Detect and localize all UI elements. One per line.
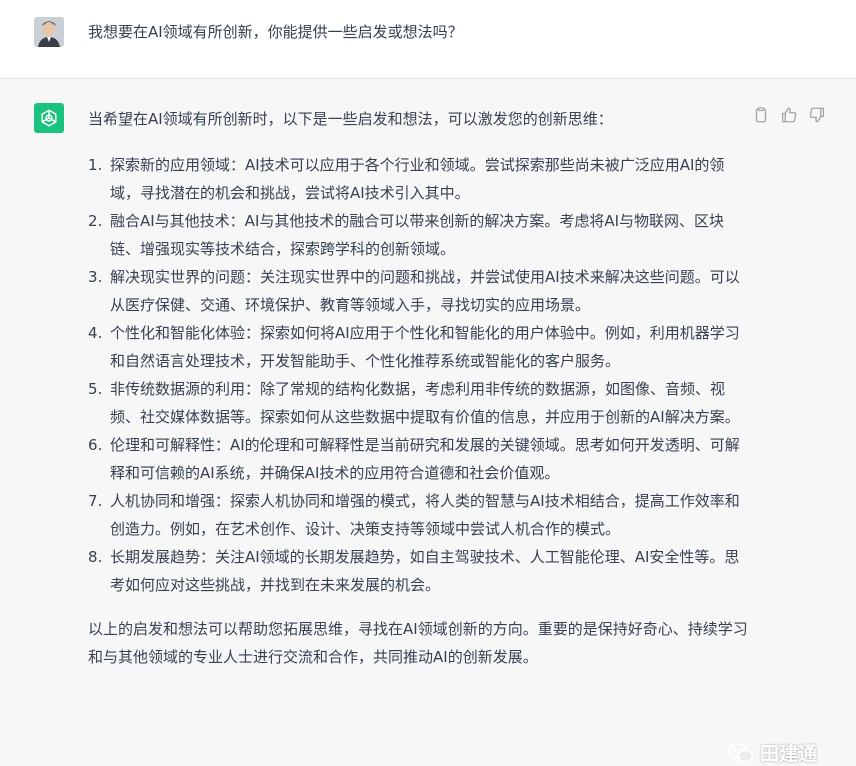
user-photo-icon bbox=[34, 17, 64, 47]
list-item: 8. 长期发展趋势：关注AI领域的长期发展趋势，如自主驾驶技术、人工智能伦理、AI… bbox=[88, 543, 748, 599]
watermark-text: 田建通 bbox=[760, 743, 818, 765]
list-item: 7. 人机协同和增强：探索人机协同和增强的模式，将人类的智慧与AI技术相结合，提高… bbox=[88, 487, 748, 543]
list-item-number: 6. bbox=[88, 436, 103, 454]
list-item-text: 非传统数据源的利用：除了常规的结构化数据，考虑利用非传统的数据源，如图像、音频、… bbox=[110, 380, 740, 426]
list-item: 6. 伦理和可解释性：AI的伦理和可解释性是当前研究和发展的关键领域。思考如何开发… bbox=[88, 431, 748, 487]
list-item: 5. 非传统数据源的利用：除了常规的结构化数据，考虑利用非传统的数据源，如图像、音… bbox=[88, 375, 748, 431]
list-item: 4. 个性化和智能化体验：探索如何将AI应用于个性化和智能化的用户体验中。例如，利… bbox=[88, 319, 748, 375]
user-avatar bbox=[34, 17, 64, 47]
list-item-number: 3. bbox=[88, 268, 103, 286]
user-message-text: 我想要在AI领域有所创新，你能提供一些启发或想法吗？ bbox=[88, 23, 463, 41]
list-item: 3. 解决现实世界的问题：关注现实世界中的问题和挑战，并尝试使用AI技术来解决这些… bbox=[88, 263, 748, 319]
list-item-text: 长期发展趋势：关注AI领域的长期发展趋势，如自主驾驶技术、人工智能伦理、AI安全… bbox=[110, 548, 740, 594]
list-item-number: 7. bbox=[88, 492, 103, 510]
openai-logo-icon bbox=[41, 109, 57, 127]
list-item-text: 个性化和智能化体验：探索如何将AI应用于个性化和智能化的用户体验中。例如，利用机… bbox=[110, 324, 740, 370]
list-item-text: 探索新的应用领域：AI技术可以应用于各个行业和领域。尝试探索那些尚未被广泛应用A… bbox=[110, 156, 725, 202]
assistant-message-row: 当希望在AI领域有所创新时，以下是一些启发和想法，可以激发您的创新思维： 1. 探… bbox=[0, 79, 856, 765]
list-item-number: 5. bbox=[88, 380, 103, 398]
message-actions bbox=[752, 106, 826, 124]
list-item-text: 融合AI与其他技术：AI与其他技术的融合可以带来创新的解决方案。考虑将AI与物联… bbox=[110, 212, 725, 258]
list-item-number: 1. bbox=[88, 156, 103, 174]
assistant-message-content: 当希望在AI领域有所创新时，以下是一些启发和想法，可以激发您的创新思维： 1. 探… bbox=[88, 105, 748, 671]
list-item-number: 8. bbox=[88, 548, 103, 566]
list-item-number: 4. bbox=[88, 324, 103, 342]
list-item-text: 解决现实世界的问题：关注现实世界中的问题和挑战，并尝试使用AI技术来解决这些问题… bbox=[110, 268, 740, 314]
wechat-icon bbox=[728, 742, 754, 762]
assistant-avatar bbox=[34, 103, 64, 133]
clipboard-icon[interactable] bbox=[752, 106, 770, 124]
thumbs-up-icon[interactable] bbox=[780, 106, 798, 124]
idea-list: 1. 探索新的应用领域：AI技术可以应用于各个行业和领域。尝试探索那些尚未被广泛应… bbox=[88, 151, 748, 599]
list-item-number: 2. bbox=[88, 212, 103, 230]
list-item-text: 人机协同和增强：探索人机协同和增强的模式，将人类的智慧与AI技术相结合，提高工作… bbox=[110, 492, 740, 538]
list-item-text: 伦理和可解释性：AI的伦理和可解释性是当前研究和发展的关键领域。思考如何开发透明… bbox=[110, 436, 740, 482]
thumbs-down-icon[interactable] bbox=[808, 106, 826, 124]
user-message-row: 我想要在AI领域有所创新，你能提供一些启发或想法吗？ bbox=[0, 0, 856, 79]
list-item: 1. 探索新的应用领域：AI技术可以应用于各个行业和领域。尝试探索那些尚未被广泛应… bbox=[88, 151, 748, 207]
watermark: 田建通 bbox=[728, 739, 817, 766]
assistant-intro: 当希望在AI领域有所创新时，以下是一些启发和想法，可以激发您的创新思维： bbox=[88, 110, 613, 128]
assistant-outro: 以上的启发和想法可以帮助您拓展思维，寻找在AI领域创新的方向。重要的是保持好奇心… bbox=[88, 620, 748, 666]
list-item: 2. 融合AI与其他技术：AI与其他技术的融合可以带来创新的解决方案。考虑将AI与… bbox=[88, 207, 748, 263]
